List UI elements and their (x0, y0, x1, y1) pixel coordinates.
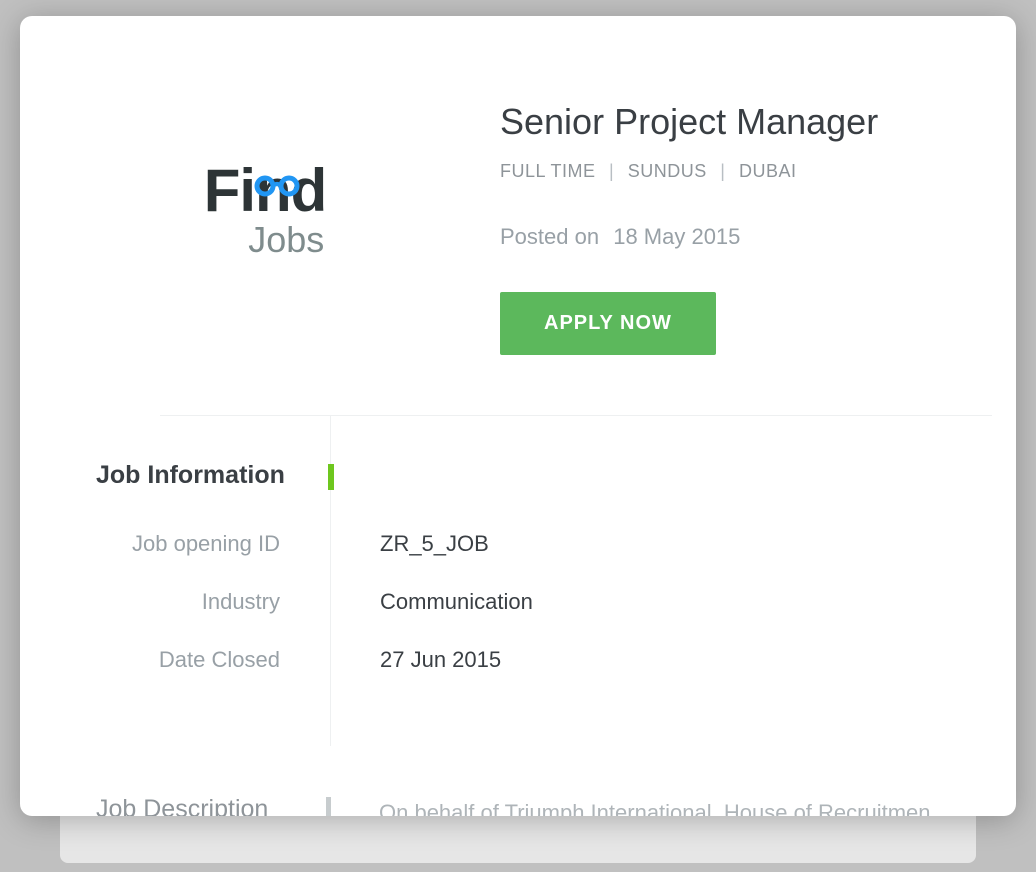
findjobs-logo: Find Jobs (204, 161, 327, 261)
job-company: SUNDUS (628, 161, 707, 181)
meta-separator: | (720, 161, 725, 181)
meta-separator: | (609, 161, 614, 181)
apply-now-button[interactable]: APPLY NOW (500, 292, 716, 355)
info-column: Senior Project Manager FULL TIME | SUNDU… (450, 101, 956, 355)
header-section: Find Jobs Senior Project Manager FULL TI… (20, 16, 1016, 415)
job-location: DUBAI (739, 161, 797, 181)
posted-row: Posted on 18 May 2015 (500, 224, 956, 250)
posted-date: 18 May 2015 (613, 224, 740, 249)
logo-text-jobs: Jobs (204, 219, 327, 261)
logo-text-find: Find (204, 161, 327, 221)
card-stack-shadow (60, 808, 976, 863)
description-body: On behalf of Triumph International, Hous… (379, 795, 1016, 816)
section-title-column: Job Information (20, 416, 330, 705)
posted-label: Posted on (500, 224, 599, 249)
description-text-line1: On behalf of Triumph International, Hous… (379, 800, 931, 816)
binoculars-icon (252, 147, 308, 207)
job-meta-line: FULL TIME | SUNDUS | DUBAI (500, 161, 956, 182)
logo-column: Find Jobs (80, 101, 450, 355)
job-posting-card: Find Jobs Senior Project Manager FULL TI… (20, 16, 1016, 816)
active-section-indicator (328, 464, 334, 490)
job-description-heading: Job Description (96, 795, 316, 816)
field-row-job-id: Job opening ID ZR_5_JOB (330, 531, 1016, 557)
field-row-industry: Industry Communication (330, 589, 1016, 615)
job-title: Senior Project Manager (500, 101, 956, 143)
inactive-section-indicator (326, 797, 331, 816)
job-type: FULL TIME (500, 161, 596, 181)
field-value-industry: Communication (330, 589, 533, 615)
field-value-date-closed: 27 Jun 2015 (330, 647, 501, 673)
job-information-heading: Job Information (96, 461, 330, 490)
details-section: Job Information Job opening ID ZR_5_JOB … (20, 416, 1016, 705)
fields-column: Job opening ID ZR_5_JOB Industry Communi… (330, 416, 1016, 705)
description-section: Job Description On behalf of Triumph Int… (20, 795, 1016, 816)
field-value-job-id: ZR_5_JOB (330, 531, 489, 557)
field-row-date-closed: Date Closed 27 Jun 2015 (330, 647, 1016, 673)
